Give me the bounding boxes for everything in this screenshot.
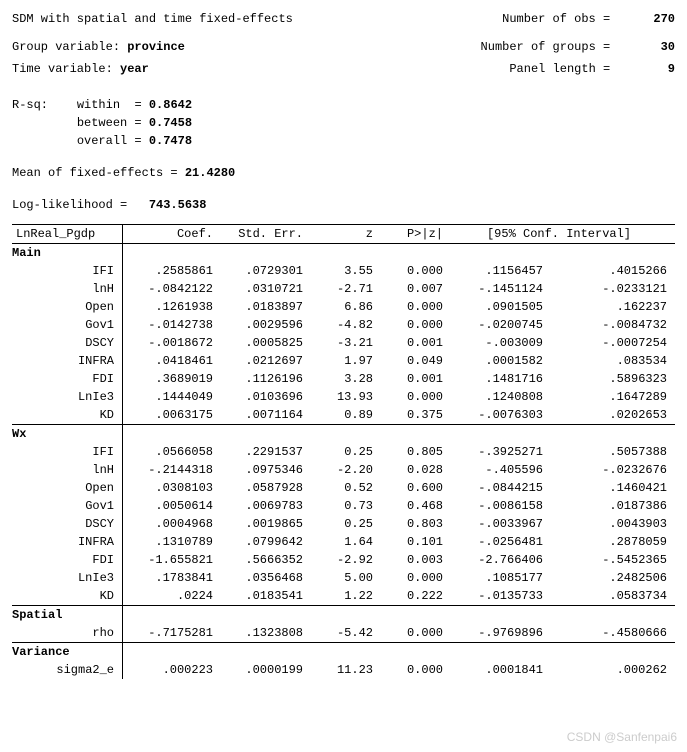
table-row: INFRA.0418461.02126971.970.049.0001582.0… — [12, 352, 675, 370]
model-title: SDM with spatial and time fixed-effects — [12, 10, 293, 28]
table-row: KD.0224.01835411.220.222-.0135733.058373… — [12, 587, 675, 606]
mean-fe: Mean of fixed-effects = 21.4280 — [12, 164, 675, 182]
table-row: DSCY-.0018672.0005825-3.210.001-.003009-… — [12, 334, 675, 352]
table-row: IFI.2585861.07293013.550.000.1156457.401… — [12, 262, 675, 280]
log-likelihood: Log-likelihood = 743.5638 — [12, 196, 675, 214]
ngroups: Number of groups = 30 — [481, 38, 675, 56]
table-row: FDI.3689019.11261963.280.001.1481716.589… — [12, 370, 675, 388]
panellen: Panel length = 9 — [509, 60, 675, 78]
results-table: LnReal_Pgdp Coef. Std. Err. z P>|z| [95%… — [12, 224, 675, 679]
table-row: DSCY.0004968.00198650.250.803-.0033967.0… — [12, 515, 675, 533]
table-row: sigma2_e.000223.000019911.230.000.000184… — [12, 661, 675, 679]
header-line-2: Group variable: province Number of group… — [12, 38, 675, 56]
table-row: Gov1.0050614.00697830.730.468-.0086158.0… — [12, 497, 675, 515]
table-row: KD.0063175.00711640.890.375-.0076303.020… — [12, 406, 675, 425]
table-row: INFRA.1310789.07996421.640.101-.0256481.… — [12, 533, 675, 551]
table-row: IFI.0566058.22915370.250.805-.3925271.50… — [12, 443, 675, 461]
table-row: Open.0308103.05879280.520.600-.0844215.1… — [12, 479, 675, 497]
table-row: Open.1261938.01838976.860.000.0901505.16… — [12, 298, 675, 316]
table-header: LnReal_Pgdp Coef. Std. Err. z P>|z| [95%… — [12, 225, 675, 244]
watermark: CSDN @Sanfenpai6 — [567, 728, 677, 746]
header-line-1: SDM with spatial and time fixed-effects … — [12, 10, 675, 28]
table-row: lnH-.0842122.0310721-2.710.007-.1451124-… — [12, 280, 675, 298]
table-row: LnIe3.1783841.03564685.000.000.1085177.2… — [12, 569, 675, 587]
table-row: FDI-1.655821.5666352-2.920.003-2.766406-… — [12, 551, 675, 569]
rsq-block: R-sq: within = 0.8642 between = 0.7458 o… — [12, 96, 675, 150]
table-row: Gov1-.0142738.0029596-4.820.000-.0200745… — [12, 316, 675, 334]
table-row: rho-.7175281.1323808-5.420.000-.9769896-… — [12, 624, 675, 643]
table-row: LnIe3.1444049.010369613.930.000.1240808.… — [12, 388, 675, 406]
table-row: lnH-.2144318.0975346-2.200.028-.405596-.… — [12, 461, 675, 479]
header-line-3: Time variable: year Panel length = 9 — [12, 60, 675, 78]
nobs: Number of obs = 270 — [502, 10, 675, 28]
